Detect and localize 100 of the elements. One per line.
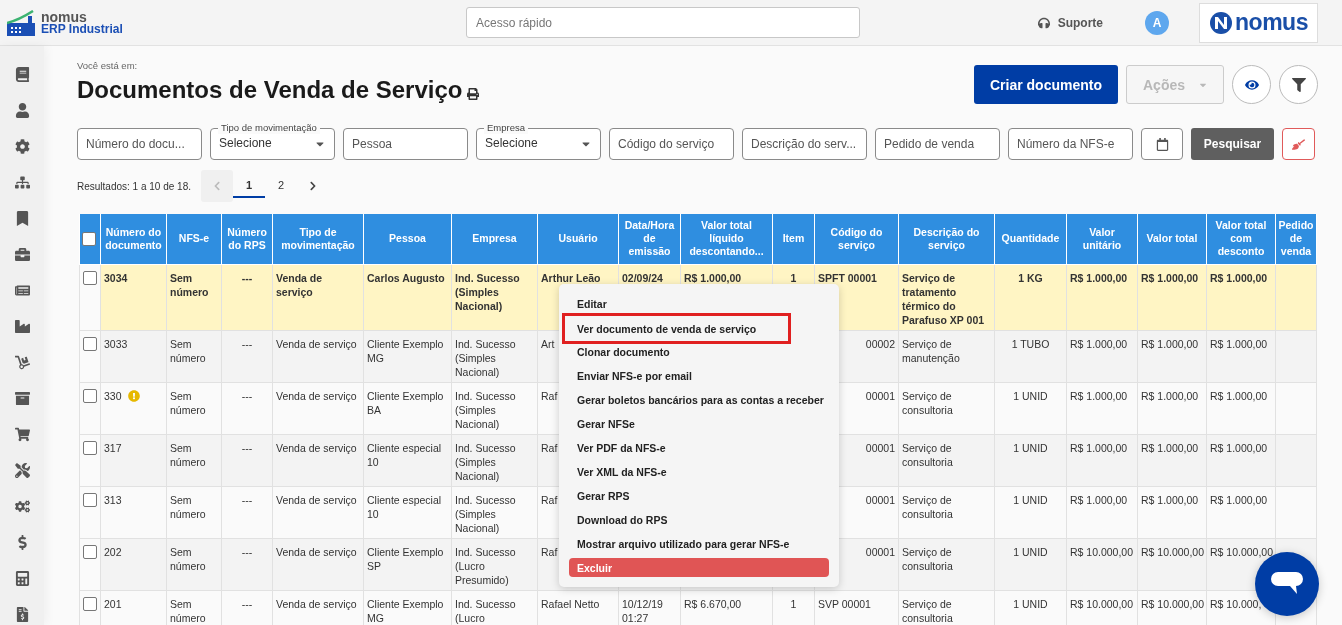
table-cell: SPFT 00001 (818, 271, 877, 284)
table-cell: R$ 1.000,00 (1141, 337, 1199, 350)
column-header[interactable]: Valor total (1137, 214, 1207, 264)
menu-item[interactable]: Gerar NFSe (562, 412, 829, 436)
column-header[interactable]: Pessoa (363, 214, 452, 264)
table-cell: Venda de serviço (276, 389, 357, 402)
table-cell: 201 (104, 597, 122, 610)
column-header[interactable]: Pedido de venda (1275, 214, 1317, 264)
clear-button[interactable] (1282, 128, 1315, 160)
checkbox[interactable] (83, 336, 97, 351)
table-cell: Ind. Sucesso (Lucro Presumido) (455, 545, 516, 586)
text-field[interactable]: Pedido de venda (875, 128, 1000, 160)
settings-icon[interactable] (14, 139, 30, 155)
factory-logo-icon (7, 9, 37, 36)
checkbox[interactable] (83, 492, 97, 507)
column-header[interactable]: Valor total líquido descontando... (680, 214, 773, 264)
table-cell: Sem número (170, 441, 206, 468)
column-header[interactable]: Código do serviço (814, 214, 899, 264)
text-field[interactable]: Número da NFS-e (1008, 128, 1133, 160)
menu-item[interactable]: Ver XML da NFS-e (562, 460, 829, 484)
filter-button[interactable] (1279, 65, 1318, 104)
table-cell: R$ 1.000,00 (1070, 493, 1128, 506)
column-header[interactable]: NFS-e (166, 214, 222, 264)
table-cell: 3034 (104, 271, 128, 284)
table-cell: Serviço de tratamento térmico do Parafuso XP 001 (902, 271, 985, 326)
search-button[interactable]: Pesquisar (1191, 128, 1274, 160)
text-field[interactable]: Descrição do serv... (742, 128, 867, 160)
support-link[interactable]: Suporte (1037, 15, 1103, 30)
cart-icon[interactable] (14, 427, 30, 443)
column-header[interactable]: Número do RPS (221, 214, 273, 264)
page-button[interactable]: 1 (233, 174, 265, 198)
page-button[interactable]: 2 (265, 174, 297, 198)
factory-icon[interactable] (14, 319, 30, 335)
create-button[interactable]: Criar documento (974, 65, 1118, 104)
chevron-left-icon (212, 181, 222, 191)
headset-icon (1037, 16, 1050, 29)
table-cell: Raf (541, 441, 558, 454)
table-cell: SVP 00001 (818, 597, 871, 610)
breadcrumb-label: Você está em: (77, 60, 139, 71)
calculator-icon[interactable] (14, 571, 30, 587)
table-cell: R$ 1.000,00 (1141, 441, 1199, 454)
delete-menu-item[interactable]: Excluir (569, 558, 829, 577)
column-header[interactable]: Quantidade (994, 214, 1067, 264)
menu-item[interactable]: Enviar NFS-e por email (562, 364, 829, 388)
document-icon[interactable] (14, 283, 30, 299)
archive-icon[interactable] (14, 391, 30, 407)
table-cell: 1 UNID (1013, 389, 1048, 402)
checkbox[interactable] (83, 440, 97, 455)
text-field[interactable]: Pessoa (343, 128, 468, 160)
user-icon[interactable] (14, 103, 30, 119)
text-field[interactable]: Código do serviço (609, 128, 734, 160)
filter-icon (1291, 77, 1306, 92)
table-cell: 02/09/24 (622, 271, 663, 284)
table-cell: 1 UNID (1013, 545, 1048, 558)
menu-item[interactable]: Ver PDF da NFS-e (562, 436, 829, 460)
dolly-icon[interactable] (14, 355, 30, 371)
column-header[interactable]: Valor total com desconto (1206, 214, 1276, 264)
table-cell: Carlos Augusto (367, 271, 445, 284)
menu-item[interactable]: Editar (562, 292, 829, 316)
table-cell: R$ 1.000,00 (1210, 493, 1268, 506)
checkbox[interactable] (83, 270, 97, 285)
column-header[interactable]: Empresa (451, 214, 538, 264)
table-cell: Serviço de consultoria (902, 597, 953, 624)
column-header[interactable]: Usuário (537, 214, 619, 264)
user-avatar[interactable]: A (1145, 10, 1169, 35)
column-header[interactable]: Número do documento (100, 214, 167, 264)
sitemap-icon[interactable] (14, 175, 30, 191)
checkbox[interactable] (83, 388, 97, 403)
checkbox[interactable] (83, 596, 97, 611)
book-icon[interactable] (14, 67, 30, 83)
checkbox[interactable] (82, 231, 96, 246)
calendar-button[interactable] (1141, 128, 1183, 160)
print-icon[interactable] (467, 87, 480, 100)
text-field[interactable]: Número do docu... (77, 128, 202, 160)
search-field[interactable]: Acesso rápido (466, 7, 860, 38)
briefcase-icon[interactable] (14, 247, 30, 263)
column-header[interactable]: Descrição do serviço (898, 214, 995, 264)
menu-item[interactable]: Mostrar arquivo utilizado para gerar NFS-e (562, 532, 829, 556)
column-header[interactable]: Valor unitário (1066, 214, 1138, 264)
column-header[interactable]: Tipo de movimentação (272, 214, 364, 264)
menu-item[interactable]: Gerar boletos bancários para as contas a receber (562, 388, 829, 412)
view-button[interactable] (1232, 65, 1271, 104)
menu-item[interactable]: Ver documento de venda de serviço (562, 313, 791, 344)
menu-item[interactable]: Download do RPS (562, 508, 829, 532)
table-cell: 313 (104, 493, 122, 506)
table-cell: Ind. Sucesso (Simples Nacional) (455, 441, 516, 482)
gears-icon[interactable] (14, 499, 30, 515)
table-cell: Venda de serviço (276, 441, 357, 454)
table-cell: Cliente Exemplo MG (367, 337, 444, 364)
table-cell: Venda de serviço (276, 271, 323, 298)
invoice-icon[interactable] (14, 607, 30, 623)
table-cell: Sem número (170, 389, 206, 416)
checkbox[interactable] (83, 544, 97, 559)
menu-item[interactable]: Gerar RPS (562, 484, 829, 508)
tools-icon[interactable] (14, 463, 30, 479)
table-cell: 330 (104, 389, 122, 402)
column-header[interactable]: Data/Hora de emissão (618, 214, 681, 264)
table-cell: Sem número (170, 337, 206, 364)
bookmark-icon[interactable] (14, 211, 30, 227)
column-header[interactable]: Item (772, 214, 815, 264)
